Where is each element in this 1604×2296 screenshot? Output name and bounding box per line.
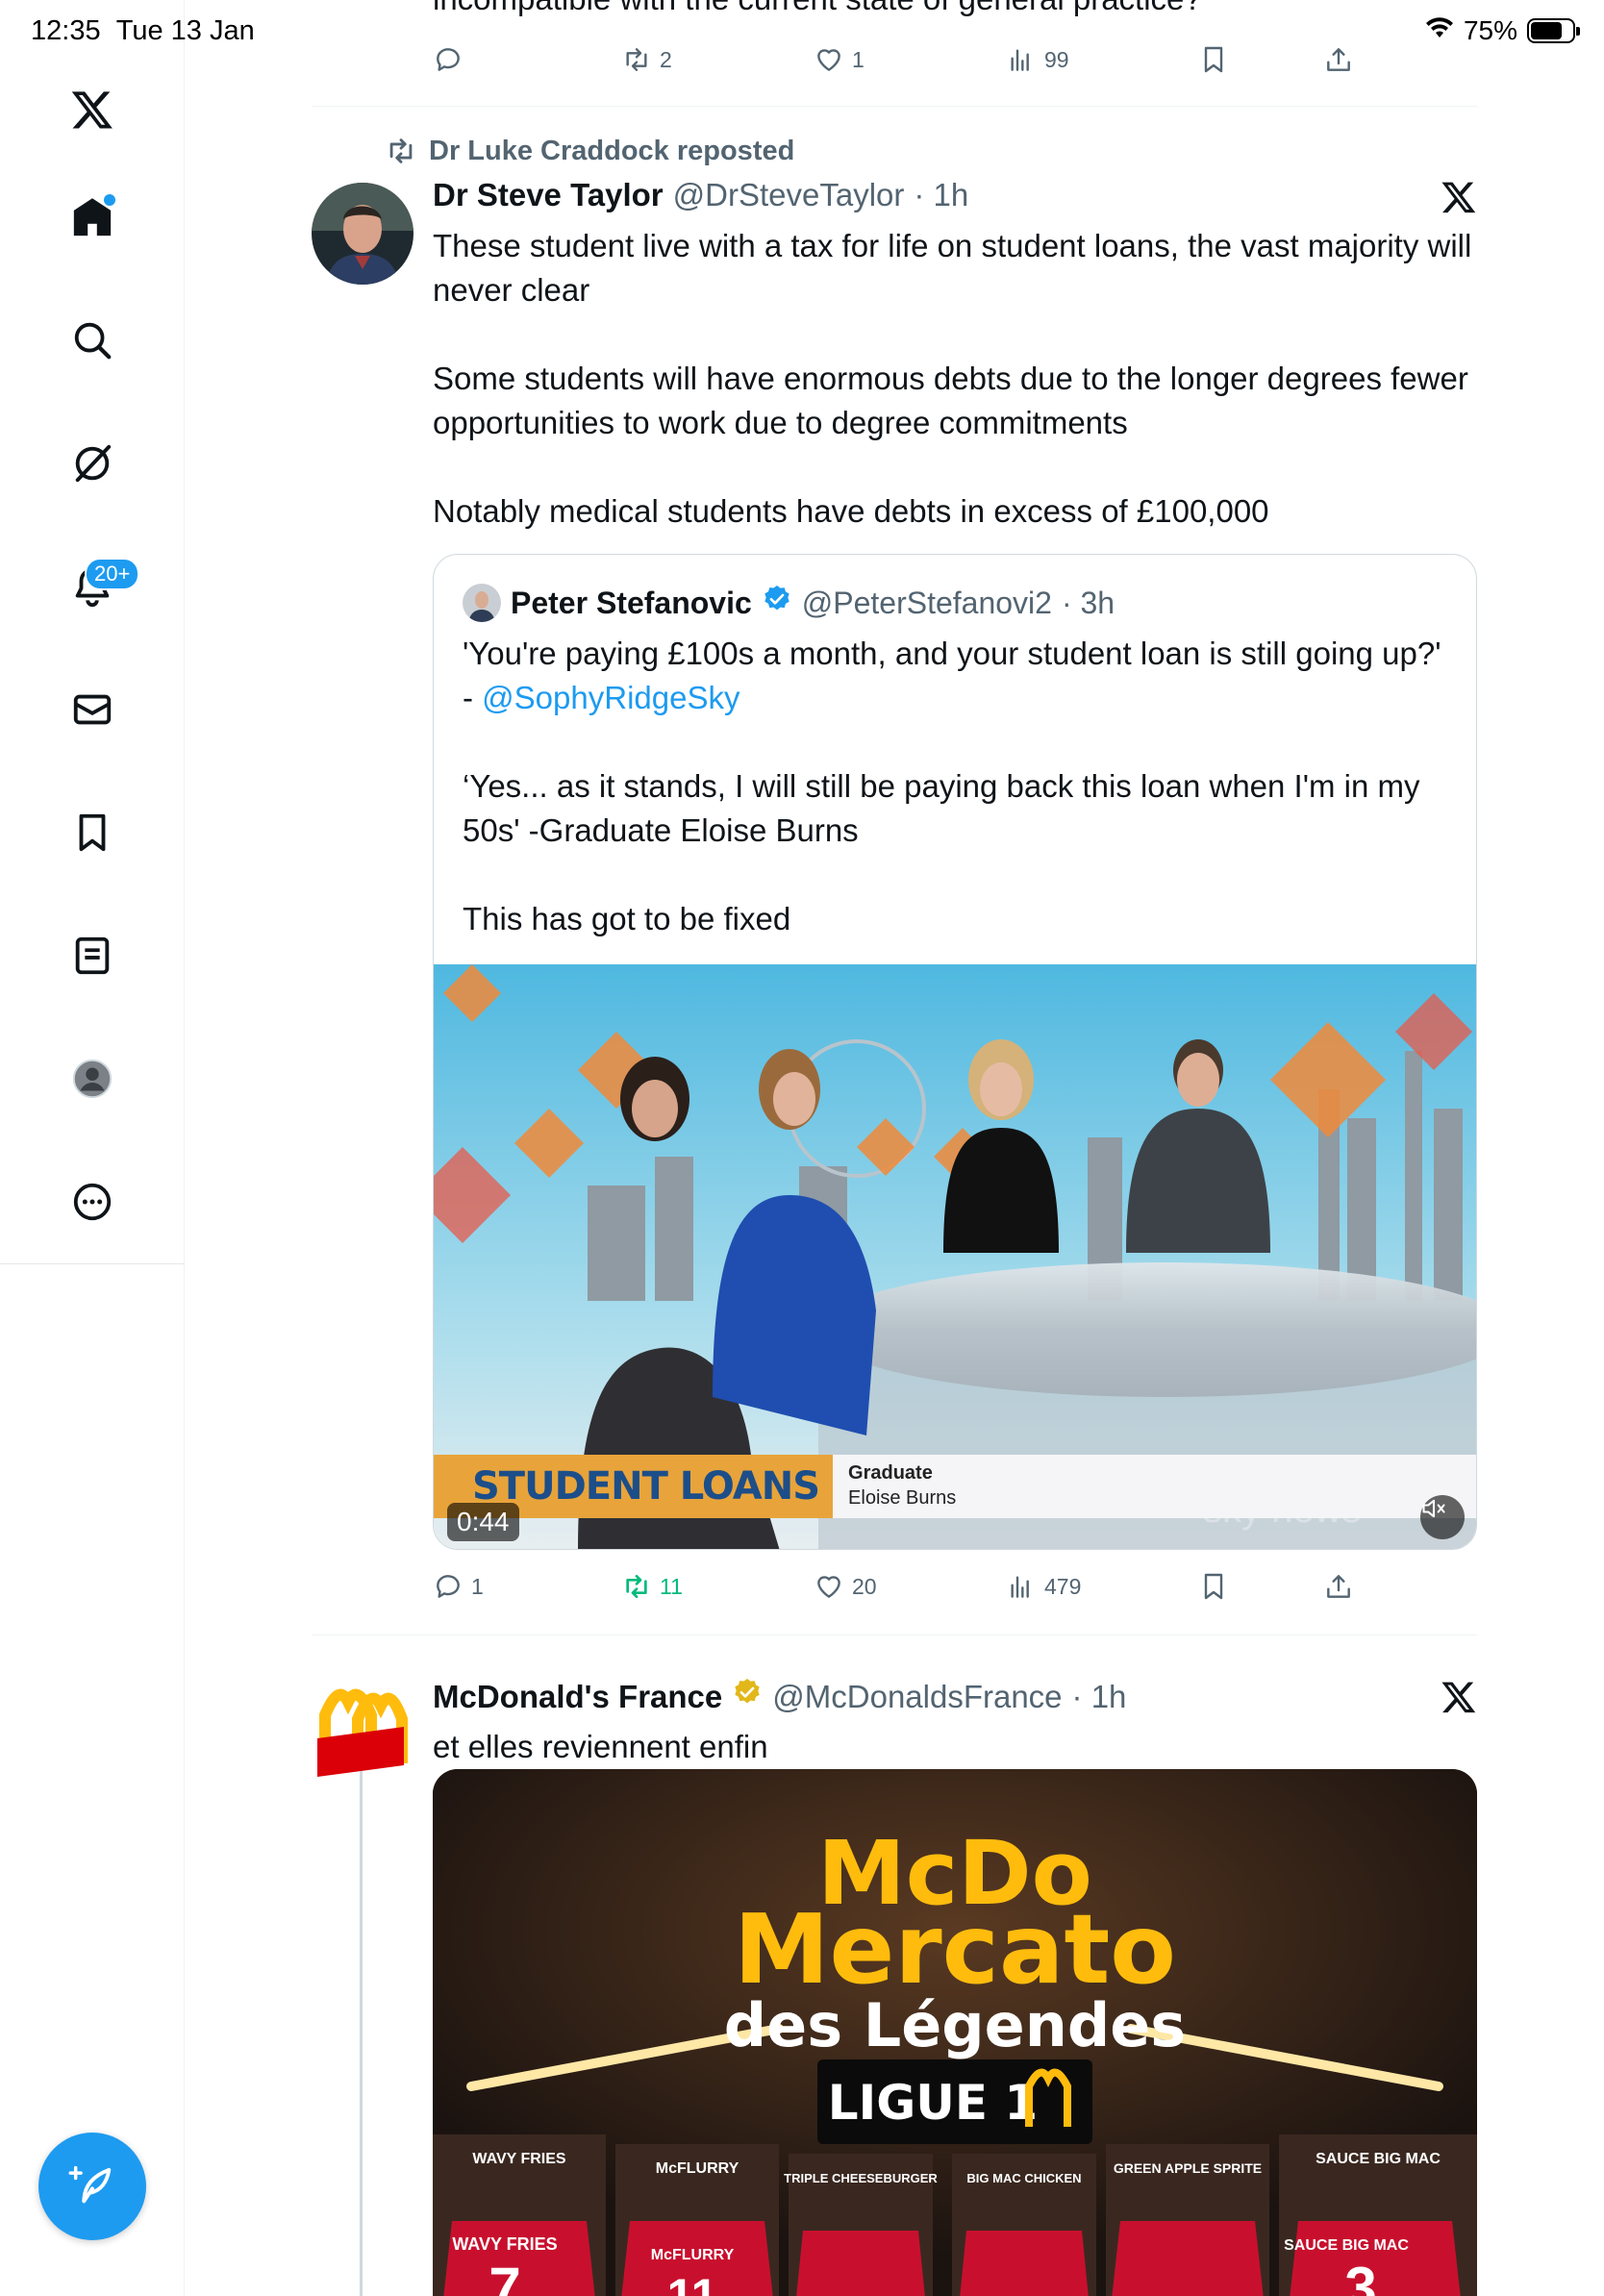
video-duration: 0:44	[447, 1503, 519, 1541]
more-icon[interactable]	[63, 1173, 121, 1231]
compose-button[interactable]	[38, 2133, 146, 2240]
battery-icon	[1527, 18, 1580, 43]
repost-icon	[389, 138, 413, 163]
mention-link[interactable]: @SophyRidgeSky	[482, 680, 739, 715]
media-title-line2: Mercato	[734, 1893, 1176, 2006]
tweet-header: Dr Steve Taylor @DrSteveTaylor · 1h	[433, 177, 968, 213]
author-handle[interactable]: @McDonaldsFrance	[772, 1679, 1062, 1715]
quote-author-handle[interactable]: @PeterStefanovi2	[802, 586, 1052, 621]
views-button[interactable]: 479	[1006, 1571, 1081, 1602]
notifications-badge: 20+	[85, 558, 140, 590]
tweet-actions: 1 11 20 479	[433, 1565, 1394, 1608]
jersey-label: McFLURRY	[656, 2160, 739, 2177]
quote-time[interactable]: · 3h	[1062, 586, 1115, 621]
verified-badge-icon	[762, 584, 792, 622]
sidebar-divider	[0, 1263, 185, 1264]
reply-count: 1	[471, 1573, 484, 1599]
share-button[interactable]	[1323, 1571, 1354, 1602]
jersey-name: McFLURRY	[651, 2247, 735, 2263]
jersey-label: SAUCE BIG MAC	[1316, 2151, 1441, 2167]
lower-third: STUDENT LOANS Graduate Eloise Burns	[434, 1455, 1476, 1518]
jersey-number: 11	[667, 2269, 718, 2296]
heart-icon	[817, 1576, 840, 1598]
jersey-label: GREEN APPLE SPRITE	[1114, 2160, 1262, 2176]
views-count: 479	[1044, 1573, 1082, 1599]
repost-icon	[626, 1575, 647, 1598]
tweet-time[interactable]: · 1h	[914, 177, 968, 213]
like-button[interactable]: 20	[814, 1571, 877, 1602]
quote-tweet[interactable]: Peter Stefanovic @PeterStefanovi2 · 3h '…	[433, 554, 1477, 1550]
jersey-name: SAUCE BIG MAC	[1284, 2237, 1409, 2254]
views-icon	[1011, 1576, 1029, 1598]
lower-third-name: Eloise Burns	[848, 1487, 957, 1509]
thread-line	[360, 1771, 363, 2296]
jersey-label: TRIPLE CHEESEBURGER	[784, 2171, 938, 2185]
media-badge: LIGUE 1	[828, 2075, 1038, 2131]
quote-header: Peter Stefanovic @PeterStefanovi2 · 3h	[463, 584, 1115, 622]
mail-icon[interactable]	[63, 681, 121, 738]
sidebar: 20+	[0, 0, 185, 2296]
mcdo-mercato-image: WAVY FRIES McFLURRY TRIPLE CHEESEBURGER …	[433, 1769, 1477, 2296]
tweet-media[interactable]: WAVY FRIES McFLURRY TRIPLE CHEESEBURGER …	[433, 1769, 1477, 2296]
reply-icon	[437, 1575, 460, 1598]
author-name[interactable]: McDonald's France	[433, 1679, 722, 1715]
jersey-number: 7	[489, 2256, 520, 2296]
repost-count: 11	[660, 1573, 683, 1599]
quote-text: 'You're paying £100s a month, and your s…	[463, 636, 1450, 936]
jersey-name: WAVY FRIES	[452, 2234, 557, 2254]
bookmark-button[interactable]	[1198, 1571, 1229, 1602]
bookmark-outline-icon	[1204, 1573, 1223, 1600]
share-icon	[1327, 1575, 1350, 1598]
avatar[interactable]	[312, 1677, 414, 1779]
reply-button[interactable]: 1	[433, 1571, 484, 1602]
status-date: Tue 13 Jan	[115, 15, 255, 46]
grok-icon[interactable]	[63, 435, 121, 492]
wifi-icon	[1425, 15, 1454, 46]
quote-avatar	[463, 584, 501, 622]
status-bar: 12:35 Tue 13 Jan 75%	[0, 0, 1604, 60]
avatar[interactable]	[312, 183, 414, 285]
search-icon[interactable]	[63, 312, 121, 369]
tweet-time[interactable]: · 1h	[1072, 1679, 1127, 1715]
tweet-drstevetaylor[interactable]: Dr Luke Craddock reposted Dr Steve Taylo…	[312, 0, 1477, 1635]
repost-indicator: Dr Luke Craddock reposted	[385, 135, 794, 167]
repost-button[interactable]: 11	[621, 1571, 683, 1602]
tweet-header: McDonald's France @McDonaldsFrance · 1h	[433, 1677, 1126, 1715]
status-time: 12:35 Tue 13 Jan	[31, 15, 255, 46]
status-right: 75%	[1425, 15, 1580, 46]
mute-icon	[1422, 1499, 1445, 1518]
profile-icon[interactable]	[63, 1050, 121, 1108]
bookmark-icon[interactable]	[63, 804, 121, 861]
jersey-label: BIG MAC CHICKEN	[966, 2171, 1081, 2185]
compose-icon	[67, 2159, 117, 2214]
home-unread-dot	[104, 194, 115, 206]
lower-third-detail: Graduate Eloise Burns	[833, 1455, 1476, 1518]
tweet-text: et elles reviennent enfin	[433, 1729, 768, 1764]
quote-author-name[interactable]: Peter Stefanovic	[511, 586, 752, 621]
like-count: 20	[852, 1573, 877, 1599]
repost-label: Dr Luke Craddock reposted	[429, 135, 795, 166]
mute-button[interactable]	[1420, 1495, 1465, 1539]
list-icon[interactable]	[63, 927, 121, 985]
x-logo-icon[interactable]	[63, 81, 121, 138]
battery-percent: 75%	[1463, 15, 1517, 45]
author-handle[interactable]: @DrSteveTaylor	[673, 177, 905, 213]
media-subtitle: des Légendes	[724, 1990, 1186, 2060]
jersey-number: 3	[1344, 2256, 1376, 2296]
home-icon[interactable]	[63, 188, 121, 246]
lower-third-role: Graduate	[848, 1462, 933, 1484]
x-logo-icon[interactable]	[1441, 179, 1477, 220]
tweet-text: These student live with a tax for life o…	[433, 228, 1472, 529]
x-logo-icon[interactable]	[1441, 1679, 1477, 1720]
author-name[interactable]: Dr Steve Taylor	[433, 177, 664, 213]
video-player[interactable]: sky news STUDENT LOANS Graduate Eloise B…	[434, 964, 1476, 1549]
battery-fill	[1531, 22, 1562, 39]
jersey-label: WAVY FRIES	[472, 2151, 566, 2167]
verified-gold-badge-icon	[732, 1677, 763, 1715]
